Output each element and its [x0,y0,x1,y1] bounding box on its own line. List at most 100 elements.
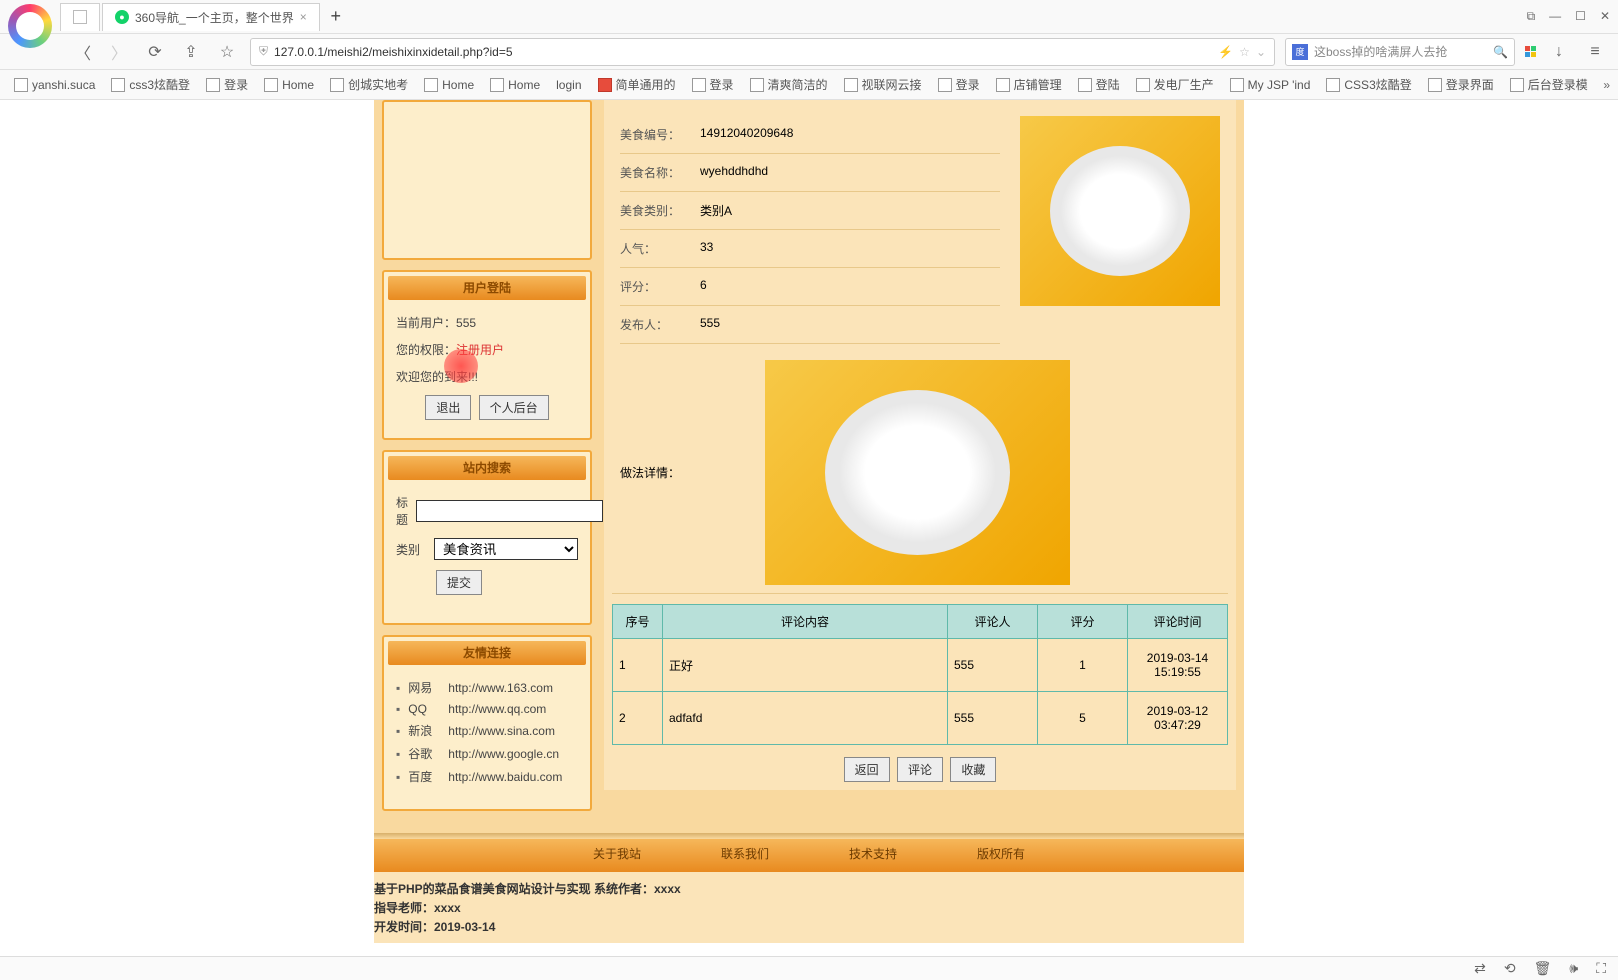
bookmark-item[interactable]: 后台登录模 [1504,76,1594,93]
bookmark-item[interactable]: 发电厂生产 [1130,76,1220,93]
tab-blank[interactable] [60,3,100,31]
bookmark-item[interactable]: 登录 [686,76,740,93]
food-score: 6 [700,278,707,295]
back-button[interactable]: 〈 [70,39,96,65]
chevron-down-icon[interactable]: ⌄ [1256,45,1266,59]
reload-button[interactable]: ⟳ [142,39,168,65]
page-icon [424,78,438,92]
bookmark-item[interactable]: Home [484,78,546,92]
page-icon [330,78,344,92]
col-score: 评分 [1038,605,1128,639]
url-text: 127.0.0.1/meishi2/meishixinxidetail.php?… [274,45,1212,59]
empty-panel [382,100,592,260]
bookmark-item[interactable]: yanshi.suca [8,78,101,92]
close-icon[interactable]: × [300,10,307,24]
bookmark-item[interactable]: css3炫酷登 [105,76,196,93]
col-content: 评论内容 [663,605,948,639]
food-detail-info: 美食编号：14912040209648 美食名称：wyehddhdhd 美食类别… [620,116,1000,344]
browser-logo [8,4,52,48]
forward-button[interactable]: 〉 [106,39,132,65]
bookmark-item[interactable]: 视联网云接 [838,76,928,93]
personal-backend-button[interactable]: 个人后台 [479,395,549,420]
food-name: wyehddhdhd [700,164,768,181]
file-icon [73,10,87,24]
bookmark-item[interactable]: Home [418,78,480,92]
bookmark-item[interactable]: Home [258,78,320,92]
page-icon [844,78,858,92]
bookmark-item[interactable]: 简单通用的 [592,76,682,93]
submit-button[interactable]: 提交 [436,570,482,595]
bookmark-item[interactable]: My JSP 'ind [1224,78,1317,92]
restore-icon[interactable]: ⧉ [1527,9,1536,24]
trash-icon[interactable]: 🗑 [1534,960,1552,977]
home-button[interactable]: ⇪ [178,39,204,65]
favorite-button[interactable]: ☆ [214,39,240,65]
maximize-icon[interactable]: ☐ [1575,9,1586,24]
favorite-button[interactable]: 收藏 [950,757,996,782]
links-panel: 友情连接 网易http://www.163.com QQhttp://www.q… [382,635,592,811]
login-panel: 用户登陆 当前用户：555 您的权限：注册用户 欢迎您的到来!!! 退出 个人后… [382,270,592,440]
volume-icon[interactable]: 🕪 [1569,960,1578,977]
friend-link[interactable]: 百度http://www.baidu.com [396,768,578,785]
star-icon[interactable]: ☆ [1239,45,1250,59]
highlight-marker [444,349,478,383]
logout-button[interactable]: 退出 [425,395,471,420]
method-row: 做法详情： [612,352,1228,594]
close-window-icon[interactable]: ✕ [1600,9,1610,24]
friend-link[interactable]: 谷歌http://www.google.cn [396,745,578,762]
bookmark-item[interactable]: 登录 [200,76,254,93]
comment-button[interactable]: 评论 [897,757,943,782]
download-icon[interactable]: ↓ [1546,39,1572,65]
site-favicon: ● [115,10,129,24]
address-bar[interactable]: ⛨ 127.0.0.1/meishi2/meishixinxidetail.ph… [250,38,1275,66]
search-box[interactable]: 度 这boss掉的啥满屏人去抢 🔍 [1285,38,1515,66]
back-button[interactable]: 返回 [844,757,890,782]
table-row: 2 adfafd 555 5 2019-03-1203:47:29 [613,692,1228,745]
minimize-icon[interactable]: — [1549,9,1561,24]
tab-current[interactable]: ● 360导航_一个主页，整个世界 × [102,3,320,31]
search-panel: 站内搜索 标题 类别 美食资讯 [382,450,592,625]
food-publisher: 555 [700,316,720,333]
bookmark-item[interactable]: 清爽简洁的 [744,76,834,93]
footer-link[interactable]: 关于我站 [593,845,641,862]
bookmark-overflow[interactable]: » [1603,78,1610,92]
food-popularity: 33 [700,240,713,257]
footer-line-1: 基于PHP的菜品食谱美食网站设计与实现 系统作者：xxxx [374,880,1244,897]
col-index: 序号 [613,605,663,639]
panel-title: 友情连接 [388,641,586,665]
bookmark-item[interactable]: 登陆 [1072,76,1126,93]
category-label: 类别 [396,541,426,558]
expand-icon[interactable]: ⛶ [1596,960,1606,977]
friend-link[interactable]: QQhttp://www.qq.com [396,702,578,716]
friend-link[interactable]: 新浪http://www.sina.com [396,722,578,739]
bookmark-item[interactable]: 登录 [932,76,986,93]
footer-link[interactable]: 技术支持 [849,845,897,862]
category-select[interactable]: 美食资讯 [434,538,578,560]
refresh-icon[interactable]: ⟲ [1504,960,1516,977]
apps-icon[interactable] [1525,46,1536,57]
new-tab-button[interactable]: + [322,6,350,27]
bookmark-item[interactable]: 登录界面 [1422,76,1500,93]
page-icon [1230,78,1244,92]
footer-link[interactable]: 版权所有 [977,845,1025,862]
food-id: 14912040209648 [700,126,793,143]
friend-link[interactable]: 网易http://www.163.com [396,679,578,696]
bookmark-item[interactable]: login [550,78,587,92]
page-icon [1136,78,1150,92]
page-icon [206,78,220,92]
search-engine-icon: 度 [1292,44,1308,60]
footer-link[interactable]: 联系我们 [721,845,769,862]
bookmark-item[interactable]: 创城实地考 [324,76,414,93]
menu-icon[interactable]: ≡ [1582,39,1608,65]
page-icon [996,78,1010,92]
page-icon [264,78,278,92]
title-input[interactable] [416,500,603,522]
bookmark-item[interactable]: 店铺管理 [990,76,1068,93]
search-icon[interactable]: 🔍 [1493,45,1508,59]
welcome-line: 欢迎您的到来!!! [396,368,578,385]
bookmark-item[interactable]: CSS3炫酷登 [1320,76,1417,93]
flash-icon[interactable]: ⚡ [1218,45,1233,59]
bookmark-bar: yanshi.suca css3炫酷登 登录 Home 创城实地考 Home H… [0,70,1618,100]
permission-line: 您的权限：注册用户 [396,341,578,358]
sync-icon[interactable]: ⇄ [1474,960,1486,977]
